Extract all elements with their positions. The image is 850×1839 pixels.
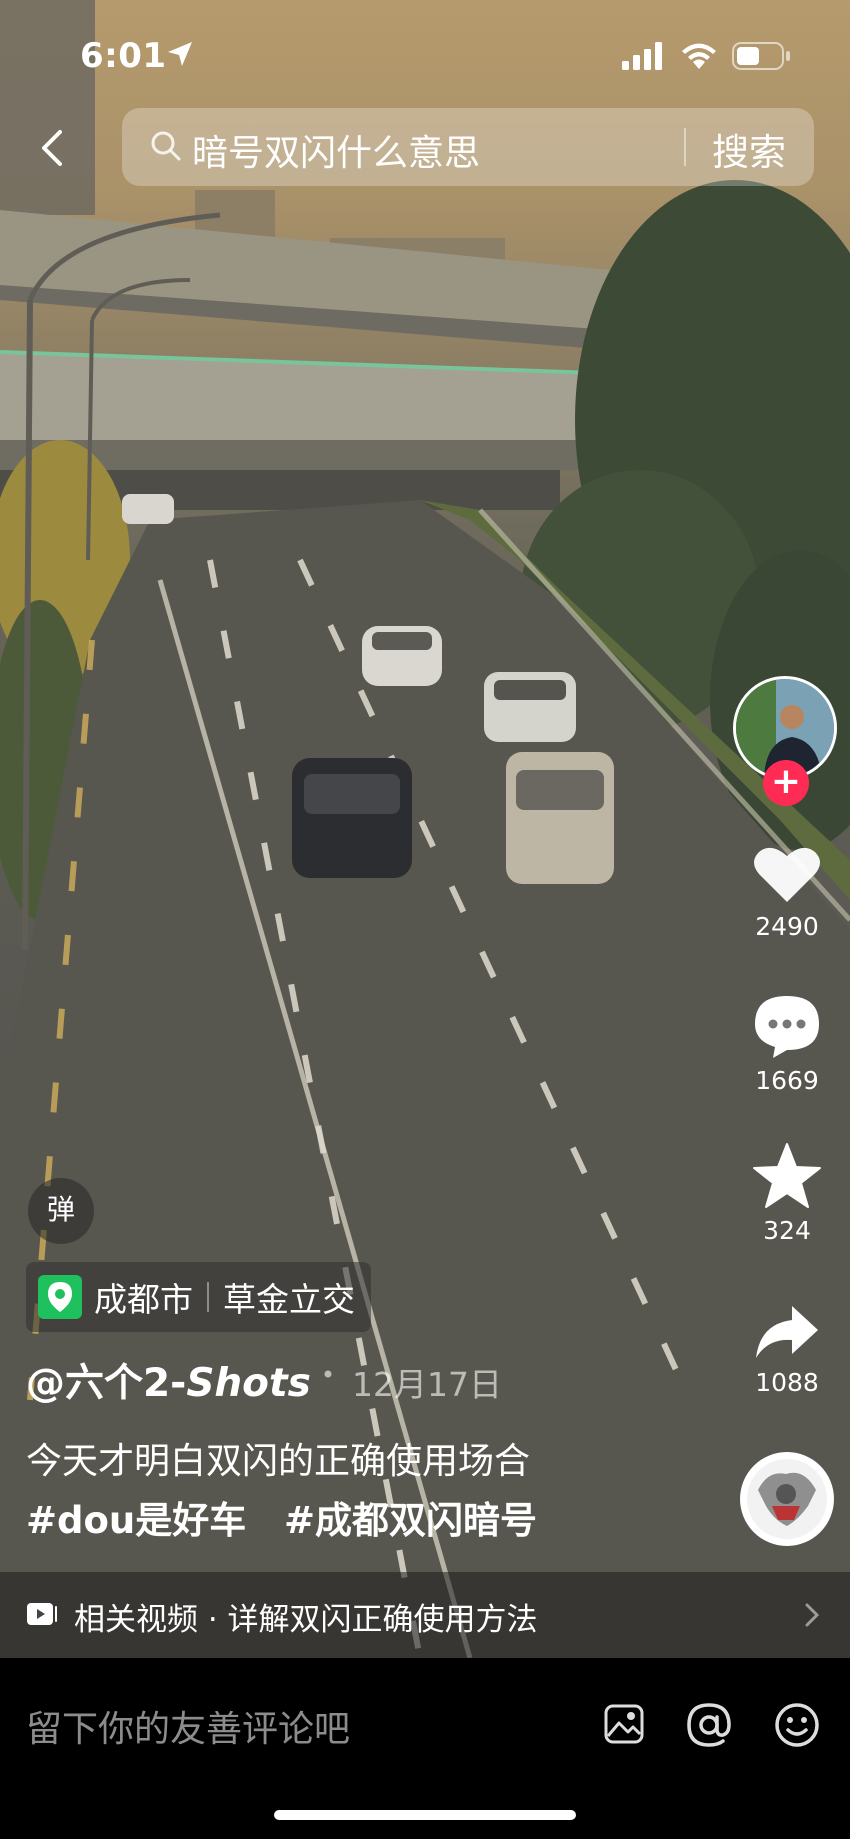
- separator-dot: [324, 1370, 332, 1378]
- cellular-signal-icon: [622, 42, 662, 70]
- video-player[interactable]: [0, 0, 850, 1658]
- battery-icon: [732, 42, 790, 70]
- comment-count: 1669: [755, 1066, 819, 1095]
- author-name-suffix: Shots: [186, 1361, 311, 1406]
- comment-input[interactable]: 留下你的友善评论吧: [26, 1700, 350, 1752]
- back-icon[interactable]: [34, 124, 74, 172]
- home-indicator[interactable]: [274, 1810, 576, 1820]
- screen: 6:01 暗号双闪什么意思 搜索 + 2490 1669 324 1088 弹 …: [0, 0, 850, 1839]
- comment-bar: 留下你的友善评论吧: [0, 1658, 850, 1839]
- search-bar[interactable]: 暗号双闪什么意思 搜索: [122, 108, 814, 186]
- search-input[interactable]: 暗号双闪什么意思: [192, 124, 480, 176]
- danmu-toggle[interactable]: 弹: [28, 1178, 94, 1244]
- search-icon: [151, 131, 181, 161]
- location-divider: [207, 1282, 209, 1312]
- search-divider: [684, 128, 686, 166]
- danmu-label: 弹: [46, 1193, 75, 1226]
- share-count: 1088: [755, 1368, 819, 1397]
- status-time: 6:01: [80, 36, 167, 76]
- heart-icon: [754, 847, 820, 902]
- status-bar: 6:01: [0, 0, 850, 100]
- share-button[interactable]: 1088: [733, 1302, 841, 1397]
- like-count: 2490: [755, 912, 819, 941]
- location-arrow-icon: [168, 42, 192, 66]
- video-frame: [0, 0, 850, 1658]
- location-place: 草金立交: [223, 1280, 355, 1319]
- image-icon[interactable]: [602, 1702, 646, 1746]
- author-name[interactable]: @六个2-Shots: [26, 1352, 311, 1408]
- post-date: 12月17日: [352, 1365, 502, 1404]
- post-caption: 今天才明白双闪的正确使用场合: [26, 1441, 531, 1482]
- share-icon: [756, 1306, 818, 1358]
- comment-icon: [755, 996, 819, 1058]
- star-icon: [753, 1143, 821, 1208]
- related-video-icon: [27, 1603, 57, 1625]
- chevron-right-icon: [805, 1603, 820, 1627]
- location-pin-icon: [38, 1275, 82, 1319]
- wifi-icon: [682, 43, 716, 69]
- favorite-button[interactable]: 324: [733, 1142, 841, 1245]
- hashtag-chengdu[interactable]: #成都双闪暗号: [284, 1499, 537, 1542]
- hashtag-dou[interactable]: #dou是好车: [26, 1499, 246, 1542]
- mention-icon[interactable]: [686, 1702, 732, 1748]
- post-tags: #dou是好车 #成都双闪暗号: [26, 1490, 537, 1544]
- author-name-prefix: @六个2-: [26, 1361, 187, 1406]
- music-disc-icon: [740, 1452, 834, 1546]
- like-button[interactable]: 2490: [733, 842, 841, 941]
- location-city: 成都市: [94, 1280, 193, 1319]
- related-videos-bar[interactable]: 相关视频 · 详解双闪正确使用方法: [0, 1572, 850, 1658]
- related-videos-text: 相关视频 · 详解双闪正确使用方法: [74, 1602, 538, 1638]
- emoji-icon[interactable]: [774, 1702, 820, 1748]
- comment-button[interactable]: 1669: [733, 992, 841, 1095]
- location-chip[interactable]: 成都市 草金立交: [26, 1262, 371, 1332]
- favorite-count: 324: [763, 1216, 811, 1245]
- search-button[interactable]: 搜索: [712, 122, 786, 176]
- follow-button[interactable]: +: [763, 760, 809, 806]
- music-disc-button[interactable]: [733, 1450, 841, 1552]
